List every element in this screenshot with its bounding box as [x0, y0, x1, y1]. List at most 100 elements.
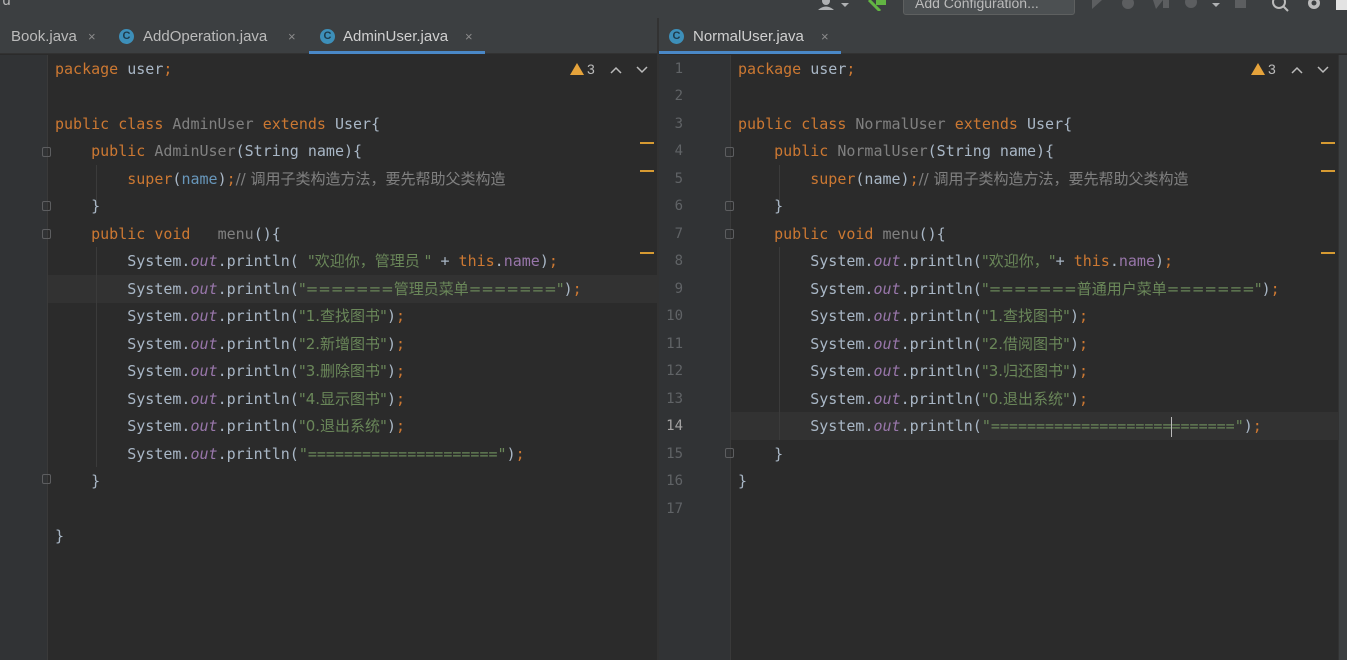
code-line: System.out.println("0.退出系统");: [127, 417, 406, 435]
ide-logo-icon: [1336, 0, 1347, 10]
warning-stripe-marker[interactable]: [640, 170, 654, 172]
fold-marker-icon[interactable]: [725, 147, 734, 157]
line-number: 6: [674, 198, 683, 214]
main-toolbar: u Add Configuration...: [0, 0, 1347, 18]
class-icon: C: [320, 29, 335, 44]
tab-addoperation-java[interactable]: C AddOperation.java ×: [119, 18, 309, 54]
line-number: 10: [666, 308, 683, 324]
line-number: 3: [674, 116, 683, 132]
code-line-current: System.out.println("====================…: [810, 416, 1262, 437]
tab-label: NormalUser.java: [693, 28, 804, 45]
warning-stripe-marker[interactable]: [1321, 142, 1335, 144]
code-line: super(name);// 调用子类构造方法，要先帮助父类构造: [810, 170, 1189, 188]
class-icon: C: [669, 29, 684, 44]
line-number: 5: [674, 171, 683, 187]
warning-icon: [570, 63, 584, 75]
code-line: System.out.println("3.删除图书");: [127, 362, 406, 380]
warning-stripe-marker[interactable]: [1321, 252, 1335, 254]
code-line: System.out.println("2.借阅图书");: [810, 335, 1089, 353]
line-number: 7: [674, 226, 683, 242]
left-code-text: package user; public class AdminUser ext…: [55, 55, 582, 545]
settings-gear-icon[interactable]: [1305, 0, 1323, 12]
line-number: 8: [674, 253, 683, 269]
debug-icon[interactable]: [1120, 0, 1136, 10]
inspection-widget[interactable]: 3: [1251, 61, 1276, 77]
fold-marker-icon[interactable]: [725, 201, 734, 211]
close-tab-icon[interactable]: ×: [88, 18, 96, 55]
close-tab-icon[interactable]: ×: [821, 18, 829, 55]
code-line: public AdminUser(String name){: [91, 142, 363, 160]
right-editor-tabs: C NormalUser.java ×: [658, 18, 1347, 54]
warning-stripe-marker[interactable]: [640, 252, 654, 254]
tab-normaluser-java[interactable]: C NormalUser.java ×: [658, 18, 841, 54]
code-line: System.out.println("=======普通用户菜单=======…: [810, 280, 1280, 298]
run-icon[interactable]: [1090, 0, 1104, 10]
fold-marker-icon[interactable]: [42, 474, 51, 484]
line-number: 13: [666, 391, 683, 407]
warning-stripe-marker[interactable]: [1321, 170, 1335, 172]
tab-label: Book.java: [11, 28, 77, 45]
inspection-widget[interactable]: 3: [570, 61, 595, 77]
code-line: System.out.println("1.查找图书");: [810, 307, 1089, 325]
search-icon[interactable]: [1272, 0, 1290, 12]
fold-marker-icon[interactable]: [725, 448, 734, 458]
code-line: public void menu(){: [91, 225, 281, 243]
next-highlight-icon[interactable]: [1317, 66, 1329, 74]
fold-marker-icon[interactable]: [42, 201, 51, 211]
fold-marker-icon[interactable]: [725, 229, 734, 239]
line-number: 2: [674, 88, 683, 104]
left-code-editor[interactable]: package user; public class AdminUser ext…: [0, 55, 657, 660]
left-editor-tabs: Book.java × C AddOperation.java × C Admi…: [0, 18, 657, 54]
next-highlight-icon[interactable]: [636, 66, 648, 74]
build-hammer-icon[interactable]: [866, 0, 888, 11]
code-line: System.out.println( "欢迎你，管理员 " + this.na…: [127, 252, 558, 270]
line-number: 1: [674, 61, 683, 77]
right-code-text: package user; public class NormalUser ex…: [738, 55, 1280, 490]
user-icon[interactable]: [817, 0, 849, 10]
fold-marker-icon[interactable]: [42, 229, 51, 239]
code-line: System.out.println("0.退出系统");: [810, 390, 1089, 408]
code-line: }: [91, 472, 101, 490]
window-title-fragment: u: [2, 0, 11, 9]
code-line: System.out.println("4.显示图书");: [127, 390, 406, 408]
previous-highlight-icon[interactable]: [1291, 66, 1303, 74]
code-line: public NormalUser(String name){: [774, 142, 1055, 160]
code-line: System.out.println("====================…: [127, 445, 525, 463]
right-code-editor[interactable]: 1 2 3 4 5 6 7 8 9 10 11 12 13 14 15 16 1…: [659, 55, 1338, 660]
line-number: 15: [666, 446, 683, 462]
tab-book-java[interactable]: Book.java ×: [0, 18, 108, 54]
line-number: 9: [674, 281, 683, 297]
code-line: System.out.println("1.查找图书");: [127, 307, 406, 325]
tab-label: AddOperation.java: [143, 28, 268, 45]
tool-window-strip[interactable]: [1338, 55, 1347, 660]
code-line: System.out.println("2.新增图书");: [127, 335, 406, 353]
tab-label: AdminUser.java: [343, 28, 449, 45]
tab-adminuser-java[interactable]: C AdminUser.java ×: [309, 18, 485, 54]
code-line: package user;: [55, 60, 173, 78]
line-number: 4: [674, 143, 683, 159]
profile-icon[interactable]: [1182, 0, 1222, 10]
coverage-icon[interactable]: [1152, 0, 1170, 10]
warning-stripe-marker[interactable]: [640, 142, 654, 144]
code-line: }: [774, 445, 784, 463]
stop-icon[interactable]: [1234, 0, 1248, 10]
warning-count: 3: [1268, 61, 1276, 77]
run-configuration-select[interactable]: Add Configuration...: [903, 0, 1075, 15]
code-line: }: [91, 197, 101, 215]
left-gutter: [0, 55, 51, 660]
code-line: System.out.println("3.归还图书");: [810, 362, 1089, 380]
right-gutter: 1 2 3 4 5 6 7 8 9 10 11 12 13 14 15 16 1…: [659, 55, 734, 660]
line-number: 17: [666, 501, 683, 517]
code-line: }: [55, 527, 65, 545]
line-number-current: 14: [666, 418, 683, 434]
close-tab-icon[interactable]: ×: [465, 18, 473, 55]
code-line: }: [738, 472, 748, 490]
line-number: 12: [666, 363, 683, 379]
previous-highlight-icon[interactable]: [610, 66, 622, 74]
code-line: System.out.println("欢迎你，"+ this.name);: [810, 252, 1174, 270]
fold-marker-icon[interactable]: [42, 147, 51, 157]
line-number: 11: [666, 336, 683, 352]
code-line: public void menu(){: [774, 225, 946, 243]
close-tab-icon[interactable]: ×: [288, 18, 296, 55]
code-line: public class NormalUser extends User{: [738, 115, 1073, 133]
